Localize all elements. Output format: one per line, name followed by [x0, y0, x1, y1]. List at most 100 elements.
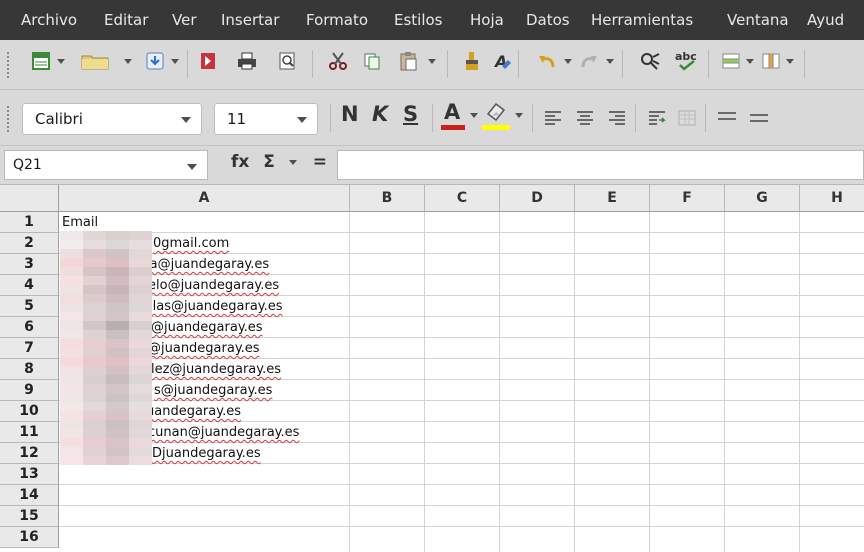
- save-dropdown-icon[interactable]: [171, 59, 179, 64]
- undo-icon[interactable]: [536, 50, 558, 72]
- function-wizard-icon[interactable]: fx: [231, 152, 249, 172]
- merge-cells-icon[interactable]: [676, 107, 698, 129]
- chevron-down-icon[interactable]: [187, 164, 197, 170]
- cell-a9[interactable]: s@juandegaray.es: [154, 381, 272, 400]
- save-icon[interactable]: [144, 50, 166, 72]
- cell-a8[interactable]: lez@juandegaray.es: [151, 360, 281, 379]
- chevron-down-icon[interactable]: [297, 117, 307, 123]
- row-header[interactable]: 4: [0, 275, 59, 296]
- align-center-icon[interactable]: [574, 107, 596, 129]
- redo-dropdown-icon[interactable]: [606, 59, 614, 64]
- column-header-a[interactable]: A: [59, 185, 350, 212]
- redo-icon[interactable]: [578, 50, 600, 72]
- highlight-color-button[interactable]: [482, 100, 510, 132]
- wrap-text-icon[interactable]: [646, 107, 668, 129]
- font-name-combo[interactable]: Calibri: [22, 103, 202, 135]
- undo-dropdown-icon[interactable]: [564, 59, 572, 64]
- cell-a11[interactable]: cunan@juandegaray.es: [148, 423, 299, 442]
- column-header-b[interactable]: B: [350, 185, 425, 212]
- formula-input[interactable]: [337, 150, 864, 180]
- menu-herramientas[interactable]: Herramientas: [591, 10, 693, 30]
- chevron-down-icon[interactable]: [181, 117, 191, 123]
- sum-icon[interactable]: Σ: [263, 152, 275, 172]
- row-header[interactable]: 12: [0, 443, 59, 464]
- copy-icon[interactable]: [361, 50, 383, 72]
- new-dropdown-icon[interactable]: [57, 59, 65, 64]
- open-folder-icon[interactable]: [78, 50, 112, 72]
- font-color-dropdown-icon[interactable]: [470, 113, 478, 118]
- cell-a12[interactable]: Djuandegaray.es: [152, 444, 261, 463]
- toolbar-grip[interactable]: [7, 106, 13, 132]
- row-header[interactable]: 1: [0, 212, 59, 233]
- cell-a7[interactable]: @juandegaray.es: [148, 339, 260, 358]
- column-header-f[interactable]: F: [650, 185, 725, 212]
- row-icon[interactable]: [720, 50, 742, 72]
- menu-editar[interactable]: Editar: [104, 10, 148, 30]
- spelling-icon[interactable]: abc: [674, 50, 700, 72]
- row-header[interactable]: 10: [0, 401, 59, 422]
- row-header[interactable]: 6: [0, 317, 59, 338]
- menu-formato[interactable]: Formato: [306, 10, 368, 30]
- print-icon[interactable]: [236, 50, 258, 72]
- menu-archivo[interactable]: Archivo: [21, 10, 77, 30]
- row-header[interactable]: 3: [0, 254, 59, 275]
- row-dropdown-icon[interactable]: [746, 59, 754, 64]
- row-header[interactable]: 14: [0, 485, 59, 506]
- align-middle-icon[interactable]: [748, 107, 770, 129]
- sum-dropdown-icon[interactable]: [288, 159, 297, 165]
- row-header[interactable]: 9: [0, 380, 59, 401]
- formula-equals-icon[interactable]: =: [313, 152, 327, 172]
- column-header-d[interactable]: D: [500, 185, 575, 212]
- export-pdf-icon[interactable]: [197, 50, 219, 72]
- cell-a6[interactable]: @juandegaray.es: [151, 318, 263, 337]
- toolbar-grip[interactable]: [7, 52, 13, 78]
- menu-ventana[interactable]: Ventana: [727, 10, 789, 30]
- menu-ver[interactable]: Ver: [172, 10, 197, 30]
- align-top-icon[interactable]: [716, 107, 738, 129]
- column-header-c[interactable]: C: [425, 185, 500, 212]
- new-spreadsheet-icon[interactable]: [30, 50, 52, 72]
- row-header[interactable]: 2: [0, 233, 59, 254]
- row-header[interactable]: 8: [0, 359, 59, 380]
- spreadsheet-grid[interactable]: A B C D E F G H 1 2 3 4 5 6 7 8 9 10 11 …: [0, 185, 864, 552]
- row-header[interactable]: 16: [0, 527, 59, 548]
- select-all-corner[interactable]: [0, 185, 59, 212]
- cut-icon[interactable]: [327, 50, 349, 72]
- cell-a2[interactable]: 0gmail.com: [153, 234, 229, 253]
- menu-ayuda[interactable]: Ayud: [807, 10, 844, 30]
- align-right-icon[interactable]: [606, 107, 628, 129]
- cell-a4[interactable]: elo@juandegaray.es: [148, 276, 279, 295]
- find-replace-icon[interactable]: [639, 50, 661, 72]
- column-icon[interactable]: [760, 50, 782, 72]
- italic-button[interactable]: K: [372, 102, 388, 126]
- font-size-combo[interactable]: 11: [214, 103, 318, 135]
- menu-hoja[interactable]: Hoja: [470, 10, 504, 30]
- row-header[interactable]: 7: [0, 338, 59, 359]
- clear-formatting-icon[interactable]: A: [491, 50, 513, 72]
- print-preview-icon[interactable]: [276, 50, 298, 72]
- row-header[interactable]: 15: [0, 506, 59, 527]
- open-dropdown-icon[interactable]: [124, 59, 132, 64]
- column-header-g[interactable]: G: [725, 185, 800, 212]
- cell-a1[interactable]: Email: [62, 213, 98, 232]
- clone-formatting-icon[interactable]: [461, 50, 483, 72]
- bold-button[interactable]: N: [341, 102, 359, 126]
- column-dropdown-icon[interactable]: [786, 59, 794, 64]
- font-color-button[interactable]: A: [441, 100, 465, 132]
- menu-insertar[interactable]: Insertar: [221, 10, 279, 30]
- row-header[interactable]: 5: [0, 296, 59, 317]
- highlight-dropdown-icon[interactable]: [515, 113, 523, 118]
- align-left-icon[interactable]: [542, 107, 564, 129]
- row-header[interactable]: 13: [0, 464, 59, 485]
- row-header[interactable]: 11: [0, 422, 59, 443]
- paste-icon[interactable]: [397, 50, 419, 72]
- name-box[interactable]: Q21: [4, 150, 208, 180]
- underline-button[interactable]: S: [403, 102, 418, 126]
- column-header-e[interactable]: E: [575, 185, 650, 212]
- menu-estilos[interactable]: Estilos: [394, 10, 443, 30]
- column-header-h[interactable]: H: [800, 185, 864, 212]
- cell-a10[interactable]: uandegaray.es: [146, 402, 241, 421]
- cell-a5[interactable]: llas@juandegaray.es: [149, 297, 283, 316]
- cell-a3[interactable]: ia@juandegaray.es: [146, 255, 269, 274]
- menu-datos[interactable]: Datos: [526, 10, 570, 30]
